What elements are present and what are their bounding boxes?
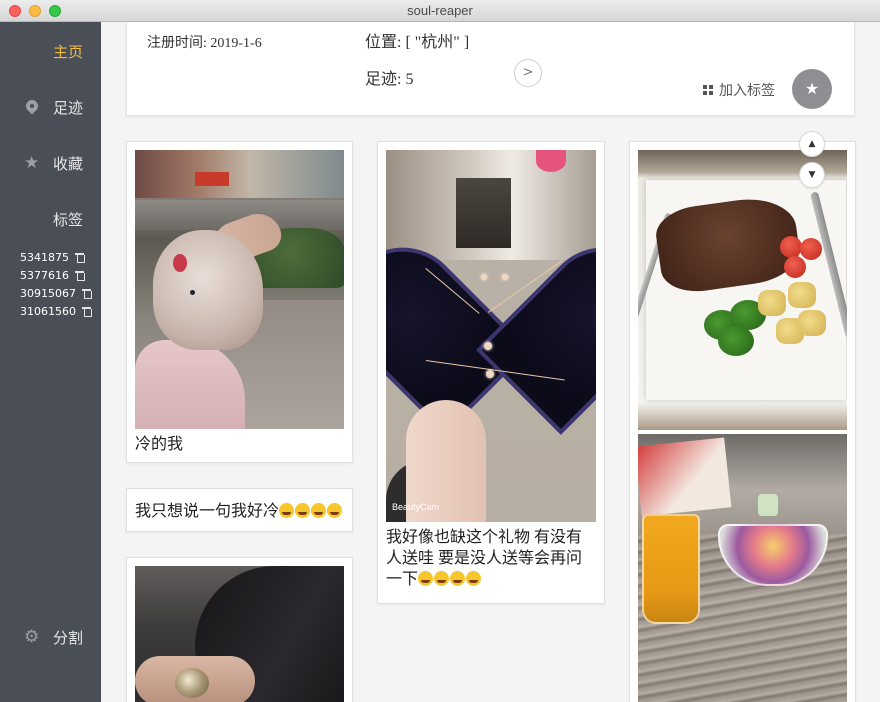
tag-label: 5377616 — [20, 268, 69, 282]
title-bar: soul-reaper — [0, 0, 880, 22]
trash-icon[interactable] — [82, 288, 92, 299]
crying-emoji-icon — [311, 503, 327, 518]
post-photo — [638, 150, 847, 430]
tag-item[interactable]: 5377616 — [20, 266, 91, 284]
crying-emoji-icon — [295, 503, 311, 518]
sidebar-item-tags[interactable]: 标签 — [0, 204, 101, 234]
caret-up-icon: ▲ — [808, 139, 816, 149]
favorite-button[interactable]: ★ — [792, 69, 832, 109]
tag-item[interactable]: 5341875 — [20, 248, 91, 266]
chevron-right-icon: > — [522, 65, 534, 80]
watermark-text: BeautyCam — [392, 502, 440, 512]
trash-icon[interactable] — [82, 306, 92, 317]
trash-icon[interactable] — [75, 252, 85, 263]
crying-emoji-icon — [279, 503, 295, 518]
post-card[interactable]: BeautyCam 我好像也缺这个礼物 有没有 人送哇 要是没人送等会再问 一下 — [377, 141, 605, 604]
register-time: 注册时间: 2019-1-6 — [147, 36, 262, 51]
tag-label: 30915067 — [20, 286, 76, 300]
sidebar-item-label: 主页 — [53, 42, 84, 61]
laughing-emoji-icon — [434, 571, 450, 586]
tag-label: 5341875 — [20, 250, 69, 264]
star-icon: ★ — [24, 153, 40, 173]
laughing-emoji-icon — [466, 571, 482, 586]
sidebar-item-home[interactable]: 主页 — [0, 36, 101, 66]
map-pin-icon — [26, 100, 38, 115]
gear-icon: ⚙ — [24, 627, 40, 647]
sidebar-item-favorites[interactable]: ★ 收藏 — [0, 148, 101, 178]
post-photo: BeautyCam — [386, 150, 596, 522]
star-icon: ★ — [804, 79, 820, 98]
scroll-up-button[interactable]: ▲ — [799, 131, 825, 157]
tag-item[interactable]: 30915067 — [20, 284, 92, 302]
post-card[interactable] — [629, 141, 856, 702]
sidebar-item-label: 标签 — [53, 210, 84, 229]
profile-card: 注册时间: 2019-1-6 位置: [ "杭州" ] 足迹: 5 > 加入标签… — [126, 22, 855, 116]
sidebar-item-label: 足迹 — [53, 98, 84, 117]
post-card[interactable]: 我只想说一句我好冷 — [126, 488, 353, 532]
post-caption: 我好像也缺这个礼物 有没有 人送哇 要是没人送等会再问 一下 — [386, 527, 598, 590]
post-photo — [135, 566, 344, 702]
grid-icon — [703, 85, 713, 95]
scroll-down-button[interactable]: ▼ — [799, 162, 825, 188]
sidebar: 主页 足迹 ★ 收藏 标签 5341875 5377616 30915067 3… — [0, 22, 101, 702]
post-card[interactable] — [126, 557, 353, 702]
footprint-count: 足迹: 5 — [365, 71, 414, 88]
post-photo — [135, 150, 344, 429]
tag-list: 5341875 5377616 30915067 31061560 — [20, 248, 92, 320]
trash-icon[interactable] — [75, 270, 85, 281]
next-button[interactable]: > — [514, 59, 542, 87]
tag-label: 31061560 — [20, 304, 76, 318]
app-window: soul-reaper 主页 足迹 ★ 收藏 标签 5341875 537761… — [0, 0, 880, 702]
caption-line: 一下 — [386, 571, 419, 588]
sidebar-item-label: 分割 — [53, 628, 84, 647]
sidebar-item-footprint[interactable]: 足迹 — [0, 92, 101, 122]
tag-item[interactable]: 31061560 — [20, 302, 92, 320]
caption-line: 我好像也缺这个礼物 有没有 — [386, 529, 583, 546]
post-caption: 我只想说一句我好冷 — [135, 501, 343, 522]
sidebar-item-split[interactable]: ⚙ 分割 — [0, 622, 101, 652]
grid-icon — [24, 211, 40, 227]
post-caption-text: 我只想说一句我好冷 — [135, 503, 280, 520]
post-photo — [638, 434, 847, 702]
post-caption: 冷的我 — [135, 436, 184, 453]
caption-line: 人送哇 要是没人送等会再问 — [386, 550, 583, 567]
caret-down-icon: ▼ — [808, 170, 816, 180]
grid-icon — [24, 43, 40, 59]
post-card[interactable]: 冷的我 — [126, 141, 353, 463]
window-title: soul-reaper — [407, 3, 473, 18]
crying-emoji-icon — [327, 503, 343, 518]
add-tag-label: 加入标签 — [719, 83, 775, 99]
laughing-emoji-icon — [418, 571, 434, 586]
sidebar-item-label: 收藏 — [53, 154, 84, 173]
laughing-emoji-icon — [450, 571, 466, 586]
add-tag-button[interactable]: 加入标签 — [703, 80, 775, 100]
location-text: 位置: [ "杭州" ] — [365, 34, 470, 51]
